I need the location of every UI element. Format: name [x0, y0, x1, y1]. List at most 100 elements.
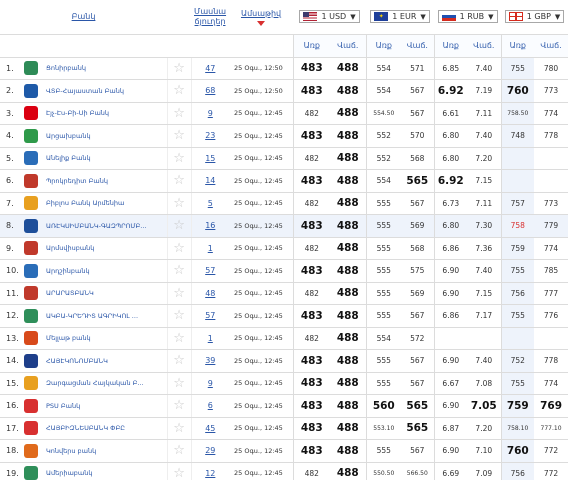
bank-column-header[interactable]: Բանկ — [0, 0, 168, 35]
bank-logo[interactable] — [20, 462, 42, 480]
bank-name-link[interactable]: Պրոկրեդիտ Բանկ — [42, 169, 168, 193]
favorite-star-icon[interactable]: ☆ — [166, 304, 192, 328]
favorite-star-icon[interactable]: ☆ — [166, 462, 192, 480]
branches-count-link[interactable]: 5 — [208, 199, 213, 208]
table-row[interactable]: 12. ԱԿԲԱ-ԿՐԵԴԻՏ ԱԳՐԻԿՈԼ ... ☆ 57 25 Օգս., 12… — [0, 304, 568, 328]
favorite-star-icon[interactable]: ☆ — [166, 417, 192, 440]
usd-currency-select[interactable]: 1 USD ▼ — [293, 0, 367, 35]
bank-logo[interactable] — [20, 417, 42, 440]
table-row[interactable]: 9. Արմսվիսբանկ ☆ 1 25 Օգս., 12:45 482 488 555 56… — [0, 237, 568, 260]
favorite-star-icon[interactable]: ☆ — [166, 327, 192, 350]
rub-currency-select[interactable]: 1 RUB ▼ — [434, 0, 502, 35]
table-row[interactable]: 10. Արդշինբանկ ☆ 57 25 Օգս., 12:45 483 488 555 5… — [0, 259, 568, 283]
usd-sell-header[interactable]: Վաճ. — [330, 33, 367, 58]
table-row[interactable]: 15. Զարգացման Հայկական Բ... ☆ 9 25 Օգս., 12:… — [0, 372, 568, 395]
branches-count-link[interactable]: 12 — [205, 469, 215, 478]
favorite-star-icon[interactable]: ☆ — [166, 147, 192, 170]
usd-buy-header[interactable]: Առք — [292, 33, 331, 58]
bank-name-link[interactable]: Արմսվիսբանկ — [42, 237, 168, 260]
table-row[interactable]: 18. Կոնվերս բանկ ☆ 29 25 Օգս., 12:45 483 488 55… — [0, 439, 568, 463]
bank-name-link[interactable]: Ամերիաբանկ — [42, 462, 168, 480]
bank-logo[interactable] — [20, 169, 42, 193]
bank-logo[interactable] — [20, 124, 42, 148]
bank-name-link[interactable]: ԱՌԷԿՍԻՄԲԱՆԿ-ԳԱԶՊՐՈՄԲ... — [42, 214, 168, 238]
table-row[interactable]: 3. Էյչ-Էս-Բի-Սի Բանկ ☆ 9 25 Օգս., 12:45 482 48… — [0, 102, 568, 125]
bank-name-link[interactable]: Էյչ-Էս-Բի-Սի Բանկ — [42, 102, 168, 125]
eur-currency-select[interactable]: ✦ 1 EUR ▼ — [366, 0, 435, 35]
branches-count-link[interactable]: 57 — [205, 266, 215, 275]
bank-logo[interactable] — [20, 349, 42, 373]
branches-count-link[interactable]: 48 — [205, 289, 215, 298]
bank-logo[interactable] — [20, 214, 42, 238]
bank-logo[interactable] — [20, 147, 42, 170]
rub-buy-header[interactable]: Առք — [433, 33, 468, 58]
favorite-star-icon[interactable]: ☆ — [166, 169, 192, 193]
favorite-star-icon[interactable]: ☆ — [166, 124, 192, 148]
favorite-star-icon[interactable]: ☆ — [166, 192, 192, 215]
bank-name-link[interactable]: ԱԿԲԱ-ԿՐԵԴԻՏ ԱԳՐԻԿՈԼ ... — [42, 304, 168, 328]
branches-count-link[interactable]: 14 — [205, 176, 215, 185]
bank-name-link[interactable]: Մելլաթ բանկ — [42, 327, 168, 350]
branches-count-link[interactable]: 47 — [205, 64, 215, 73]
branches-count-link[interactable]: 9 — [208, 109, 213, 118]
bank-name-link[interactable]: Կոնվերս բանկ — [42, 439, 168, 463]
favorite-star-icon[interactable]: ☆ — [166, 102, 192, 125]
favorite-star-icon[interactable]: ☆ — [166, 282, 192, 305]
branches-count-link[interactable]: 9 — [208, 379, 213, 388]
table-row[interactable]: 7. Բիբլոս Բանկ Արմենիա ☆ 5 25 Օգս., 12:45 482… — [0, 192, 568, 215]
favorite-star-icon[interactable]: ☆ — [166, 57, 192, 80]
table-row[interactable]: 4. Արցախբանկ ☆ 23 25 Օգս., 12:45 483 488 552 570… — [0, 124, 568, 148]
bank-name-link[interactable]: ՀԱՅԲԻԶՆԵՍԲԱՆԿ ՓԲԸ — [42, 417, 168, 440]
bank-name-link[interactable]: Արդշինբանկ — [42, 259, 168, 283]
bank-name-link[interactable]: ՎՏԲ-Հայաստան Բանկ — [42, 79, 168, 103]
bank-logo[interactable] — [20, 192, 42, 215]
table-row[interactable]: 1. Ցոնիրբանկ ☆ 47 25 Օգս., 12:50 483 488 554 571… — [0, 57, 568, 80]
date-column-header[interactable]: Ամսաթիվ — [229, 0, 294, 35]
table-row[interactable]: 16. PSU Բանկ ☆ 6 25 Օգս., 12:45 483 488 560 565 6… — [0, 394, 568, 418]
bank-name-link[interactable]: Ցոնիրբանկ — [42, 57, 168, 80]
bank-logo[interactable] — [20, 79, 42, 103]
branches-count-link[interactable]: 16 — [205, 221, 215, 230]
bank-logo[interactable] — [20, 102, 42, 125]
favorite-star-icon[interactable]: ☆ — [166, 237, 192, 260]
table-row[interactable]: 2. ՎՏԲ-Հայաստան Բանկ ☆ 68 25 Օգս., 12:50 483 4… — [0, 79, 568, 103]
branches-count-link[interactable]: 57 — [205, 311, 215, 320]
bank-logo[interactable] — [20, 282, 42, 305]
bank-logo[interactable] — [20, 372, 42, 395]
favorite-star-icon[interactable]: ☆ — [166, 372, 192, 395]
bank-logo[interactable] — [20, 327, 42, 350]
favorite-star-icon[interactable]: ☆ — [166, 394, 192, 418]
table-row[interactable]: 11. ԱՐԱՐԱՏԲԱՆԿ ☆ 48 25 Օգս., 12:45 482 488 555 5… — [0, 282, 568, 305]
bank-name-link[interactable]: ԱՐԱՐԱՏԲԱՆԿ — [42, 282, 168, 305]
table-row[interactable]: 5. Անելիք Բանկ ☆ 15 25 Օգս., 12:45 482 488 552 5… — [0, 147, 568, 170]
bank-logo[interactable] — [20, 304, 42, 328]
table-row[interactable]: 14. ՀԱՅԷԿՈՆՈՄԲԱՆԿ ☆ 39 25 Օգս., 12:45 483 488 5… — [0, 349, 568, 373]
bank-name-link[interactable]: Բիբլոս Բանկ Արմենիա — [42, 192, 168, 215]
table-row[interactable]: 6. Պրոկրեդիտ Բանկ ☆ 14 25 Օգս., 12:45 483 488 5… — [0, 169, 568, 193]
favorite-star-icon[interactable]: ☆ — [166, 259, 192, 283]
table-row[interactable]: 19. Ամերիաբանկ ☆ 12 25 Օգս., 12:45 482 488 550.… — [0, 462, 568, 480]
gbp-currency-select[interactable]: 1 GBP ▼ — [501, 0, 568, 35]
bank-logo[interactable] — [20, 439, 42, 463]
bank-name-link[interactable]: Զարգացման Հայկական Բ... — [42, 372, 168, 395]
favorite-star-icon[interactable]: ☆ — [166, 214, 192, 238]
branches-count-link[interactable]: 1 — [208, 244, 213, 253]
branches-count-link[interactable]: 39 — [205, 356, 215, 365]
rub-sell-header[interactable]: Վաճ. — [467, 33, 502, 58]
branches-count-link[interactable]: 1 — [208, 334, 213, 343]
eur-buy-header[interactable]: Առք — [365, 33, 402, 58]
bank-name-link[interactable]: PSU Բանկ — [42, 394, 168, 418]
bank-logo[interactable] — [20, 237, 42, 260]
gbp-buy-header[interactable]: Առք — [500, 33, 535, 58]
bank-name-link[interactable]: Արցախբանկ — [42, 124, 168, 148]
branches-count-link[interactable]: 29 — [205, 446, 215, 455]
favorite-star-icon[interactable]: ☆ — [166, 349, 192, 373]
favorite-star-icon[interactable]: ☆ — [166, 79, 192, 103]
branches-count-link[interactable]: 45 — [205, 424, 215, 433]
table-row[interactable]: 17. ՀԱՅԲԻԶՆԵՍԲԱՆԿ ՓԲԸ ☆ 45 25 Օգս., 12:45 483… — [0, 417, 568, 440]
table-row[interactable]: 13. Մելլաթ բանկ ☆ 1 25 Օգս., 12:45 482 488 554 5… — [0, 327, 568, 350]
favorite-star-icon[interactable]: ☆ — [166, 439, 192, 463]
bank-logo[interactable] — [20, 394, 42, 418]
branches-count-link[interactable]: 68 — [205, 86, 215, 95]
bank-name-link[interactable]: ՀԱՅԷԿՈՆՈՄԲԱՆԿ — [42, 349, 168, 373]
